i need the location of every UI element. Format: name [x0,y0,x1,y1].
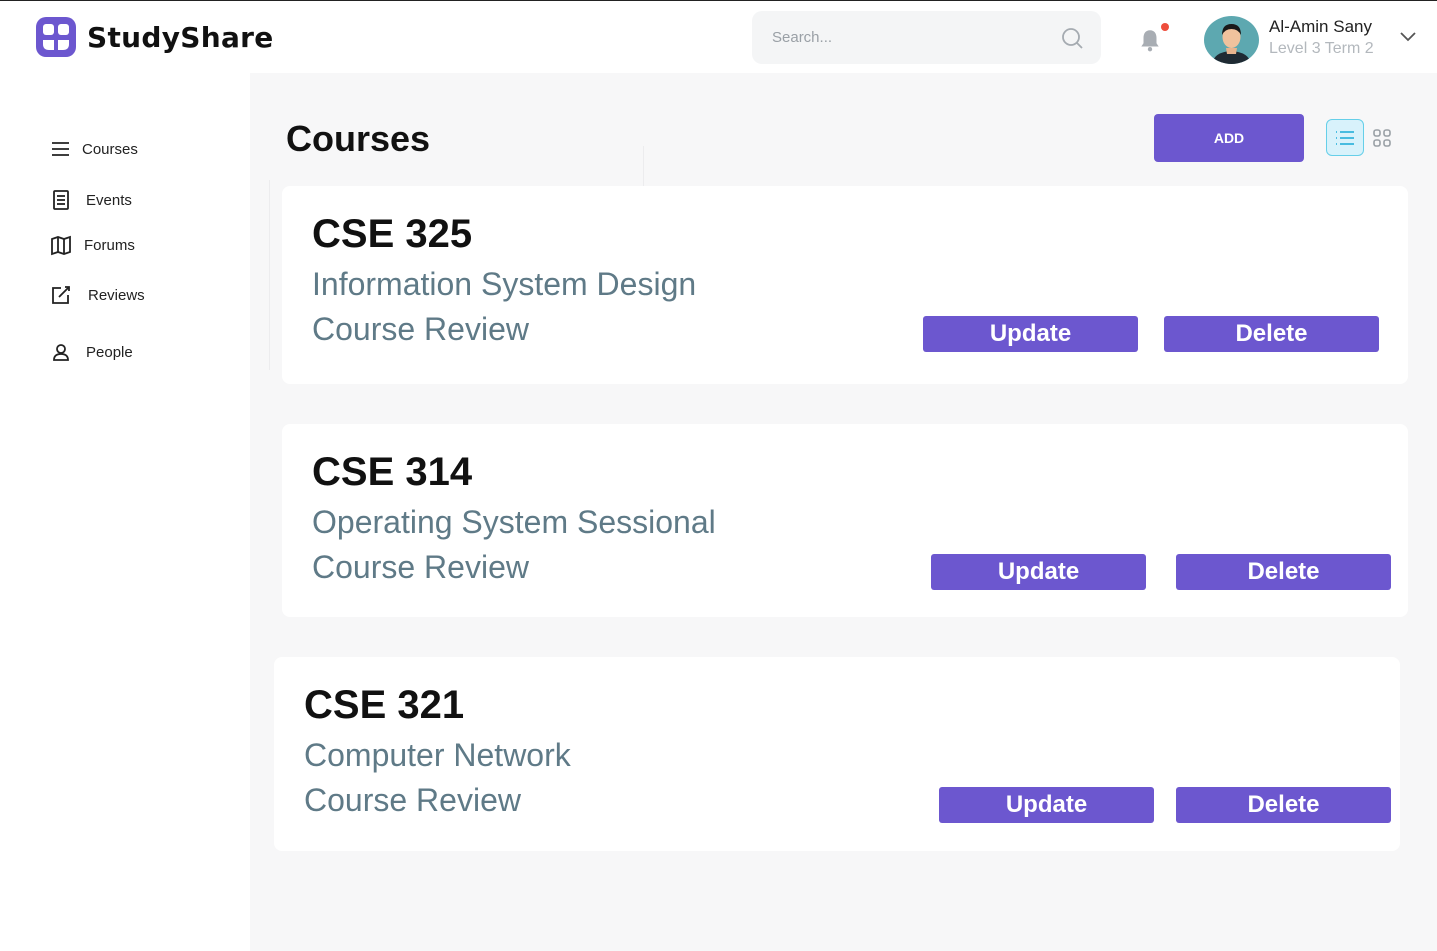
chevron-down-icon[interactable] [1398,29,1418,45]
avatar[interactable] [1204,16,1259,64]
course-review-label: Course Review [304,782,521,818]
delete-button[interactable]: Delete [1176,554,1391,590]
course-card[interactable]: CSE 321 Computer Network Course Review U… [274,657,1400,851]
list-view-toggle[interactable] [1326,119,1364,156]
document-icon [53,190,69,210]
grid-view-toggle[interactable] [1364,119,1400,156]
page-title: Courses [286,118,431,159]
avatar-image [1204,16,1259,64]
search-box[interactable]: Search... [752,11,1101,64]
course-review-label: Course Review [312,311,529,347]
course-name: Information System Design [312,266,697,302]
update-button[interactable]: Update [931,554,1146,590]
course-name: Computer Network [304,737,571,773]
top-bar: StudyShare Search... Al-Amin Sany Level … [0,1,1437,73]
course-code: CSE 314 [312,450,473,494]
sidebar-item-label: Courses [82,140,138,158]
menu-icon [52,142,69,156]
sidebar-item-label: People [86,343,133,361]
map-icon [51,235,71,256]
sidebar-item-reviews[interactable]: Reviews [50,282,145,308]
divider [269,180,270,370]
sidebar-item-events[interactable]: Events [50,187,132,213]
search-input[interactable]: Search... [772,29,832,46]
sidebar-item-forums[interactable]: Forums [50,232,135,258]
user-level: Level 3 Term 2 [1269,40,1374,57]
main-content: Courses ADD CSE 325 Information System D… [250,73,1437,951]
update-button[interactable]: Update [939,787,1154,823]
course-card[interactable]: CSE 325 Information System Design Course… [282,186,1408,384]
course-card[interactable]: CSE 314 Operating System Sessional Cours… [282,424,1408,617]
edit-icon [52,286,70,304]
grid-view-icon [1373,128,1391,147]
delete-button[interactable]: Delete [1164,316,1379,352]
update-button[interactable]: Update [923,316,1138,352]
delete-button[interactable]: Delete [1176,787,1391,823]
sidebar-item-label: Reviews [88,286,145,304]
sidebar-item-courses[interactable]: Courses [50,136,138,162]
notification-bell-icon[interactable] [1137,27,1163,53]
sidebar-item-label: Events [86,191,132,209]
sidebar-item-people[interactable]: People [50,339,133,365]
course-review-label: Course Review [312,549,529,585]
divider [643,146,644,186]
notification-badge [1161,23,1169,31]
sidebar-item-label: Forums [84,236,135,254]
add-button[interactable]: ADD [1154,114,1304,162]
course-code: CSE 325 [312,212,473,256]
course-name: Operating System Sessional [312,504,716,540]
sidebar: Courses Events Forums Reviews People [0,73,250,951]
person-icon [53,344,69,361]
course-code: CSE 321 [304,683,465,727]
list-view-icon [1336,130,1354,145]
app-name[interactable]: StudyShare [87,21,274,54]
user-name[interactable]: Al-Amin Sany [1269,17,1372,37]
search-icon[interactable] [1060,26,1084,50]
studyshare-logo-icon[interactable] [34,15,78,59]
